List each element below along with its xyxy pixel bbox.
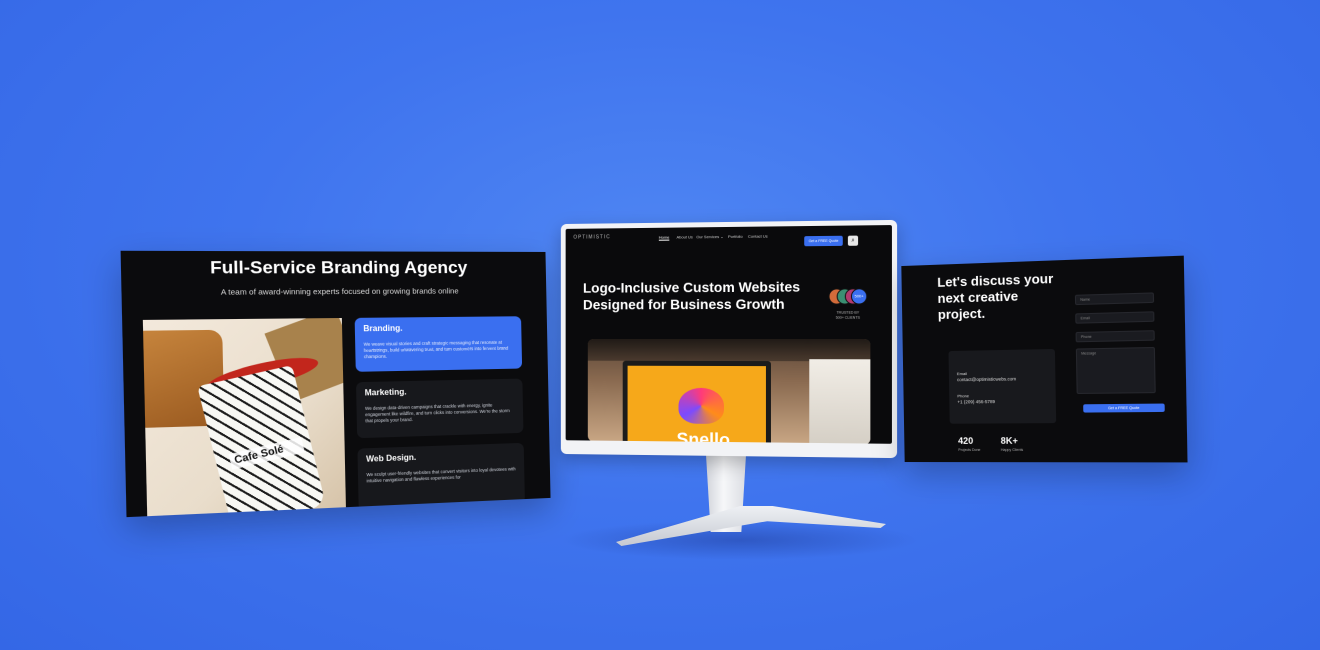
window xyxy=(809,359,871,444)
site-navbar: OPTIMISTIC Home About Us Our Services ⌄ … xyxy=(566,225,892,249)
email-value[interactable]: contact@optimisticwebs.com xyxy=(957,376,1016,382)
service-card-branding[interactable]: Branding. We weave visual stories and cr… xyxy=(354,316,523,372)
service-text: We design data-driven campaigns that cra… xyxy=(364,402,510,424)
panel-subtitle: A team of award-winning experts focused … xyxy=(220,286,459,297)
service-card-marketing[interactable]: Marketing. We design data-driven campaig… xyxy=(355,378,524,439)
stat-clients-label: Happy Clients xyxy=(1000,447,1024,452)
service-text: We sculpt user-friendly websites that co… xyxy=(366,466,516,484)
branding-agency-panel: Full-Service Branding Agency A team of a… xyxy=(120,250,551,518)
service-title: Web Design. xyxy=(366,452,417,464)
site-logo[interactable]: OPTIMISTIC xyxy=(573,234,610,240)
nav-home[interactable]: Home xyxy=(659,235,669,240)
phone-label: Phone xyxy=(957,393,970,399)
hero-title: Logo-Inclusive Custom Websites Designed … xyxy=(582,278,801,313)
snail-logo-icon xyxy=(678,387,725,424)
contact-panel: Let's discuss your next creative project… xyxy=(901,255,1188,463)
service-card-web-design[interactable]: Web Design. We sculpt user-friendly webs… xyxy=(357,442,525,511)
panel-title: Full-Service Branding Agency xyxy=(209,257,468,278)
coffee-cup-image: Cafe Solé xyxy=(142,317,346,518)
client-avatars: 500+ xyxy=(828,288,868,305)
hero-image: Snello xyxy=(587,339,871,444)
nav-services[interactable]: Our Services ⌄ xyxy=(696,234,723,239)
name-placeholder: Name xyxy=(1080,297,1091,302)
stat-projects-label: Projects Done xyxy=(958,447,981,452)
contact-info-box: Email contact@optimisticwebs.com Phone +… xyxy=(948,348,1057,424)
name-field[interactable]: Name xyxy=(1074,292,1155,306)
email-label: Email xyxy=(956,370,968,377)
email-placeholder: Email xyxy=(1080,316,1090,321)
phone-placeholder: Phone xyxy=(1080,334,1092,340)
nav-contact[interactable]: Contact Us xyxy=(748,234,768,239)
service-title: Branding. xyxy=(363,323,403,334)
avatar-count-badge: 500+ xyxy=(850,288,868,305)
phone-value[interactable]: +1 (209) 456-5789 xyxy=(957,399,995,404)
sign-face: Snello xyxy=(627,365,766,444)
storefront-sign: Snello xyxy=(622,360,771,444)
contact-title: Let's discuss your next creative project… xyxy=(937,270,1054,323)
nav-about[interactable]: About Us xyxy=(677,234,693,239)
ceiling xyxy=(587,339,871,362)
trusted-by-text: TRUSTED BY 500+ CLIENTS xyxy=(835,310,860,320)
monitor-screen: OPTIMISTIC Home About Us Our Services ⌄ … xyxy=(565,225,892,444)
monitor: OPTIMISTIC Home About Us Our Services ⌄ … xyxy=(560,219,898,459)
email-field[interactable]: Email xyxy=(1075,311,1155,324)
stat-clients-value: 8K+ xyxy=(1000,435,1018,446)
phone-field[interactable]: Phone xyxy=(1075,330,1155,343)
message-placeholder: Message xyxy=(1081,351,1097,356)
nav-portfolio[interactable]: Portfolio xyxy=(728,234,743,239)
submit-quote-button[interactable]: Get a FREE Quote xyxy=(1083,403,1165,413)
sign-text: Snello xyxy=(676,429,730,444)
stat-projects-value: 420 xyxy=(957,435,974,446)
quote-button[interactable]: Get a FREE Quote xyxy=(804,235,843,247)
search-icon[interactable]: ⌕ xyxy=(847,235,859,246)
message-field[interactable]: Message xyxy=(1075,346,1156,395)
service-title: Marketing. xyxy=(364,387,407,398)
service-text: We weave visual stories and craft strate… xyxy=(363,339,509,360)
